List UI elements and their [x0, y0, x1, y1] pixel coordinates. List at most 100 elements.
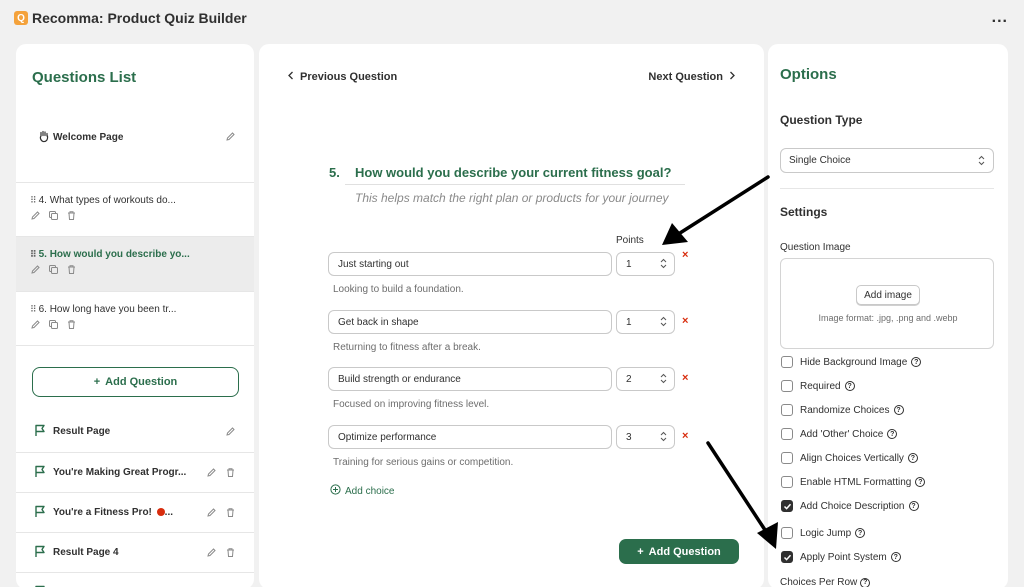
points-input-3[interactable]: 2 [616, 367, 675, 391]
welcome-page-item[interactable]: Welcome Page [16, 118, 254, 182]
next-question-button[interactable]: Next Question [648, 71, 736, 83]
remove-choice-1-icon[interactable]: × [682, 249, 688, 261]
question-number: 5. [329, 165, 340, 180]
points-input-2[interactable]: 1 [616, 310, 675, 334]
choice-description-1[interactable]: Looking to build a foundation. [333, 284, 464, 295]
add-image-button[interactable]: Add image [856, 285, 920, 305]
delete-icon[interactable] [66, 264, 77, 275]
next-question-label: Next Question [648, 71, 723, 83]
duplicate-icon[interactable] [48, 264, 59, 275]
question-item-5-actions [30, 264, 77, 275]
question-item-6[interactable]: ⠿ 6. How long have you been tr... [16, 291, 254, 346]
question-item-5[interactable]: ⠿ 5. How would you describe yo... [16, 236, 254, 291]
remove-choice-3-icon[interactable]: × [682, 372, 688, 384]
hide-background-image-checkbox[interactable] [781, 356, 793, 368]
apply-point-system-option[interactable]: Apply Point System ? [781, 551, 901, 563]
edit-icon[interactable] [206, 505, 217, 523]
enable-html-formatting-option[interactable]: Enable HTML Formatting ? [781, 476, 926, 488]
logic-jump-label: Logic Jump [800, 527, 852, 539]
question-title-input[interactable]: How would you describe your current fitn… [345, 161, 685, 185]
add-choice-description-option[interactable]: Add Choice Description ? [781, 500, 919, 512]
required-checkbox[interactable] [781, 380, 793, 392]
drag-handle-icon[interactable]: ⠿ [30, 249, 37, 260]
add-question-outline-button[interactable]: + Add Question [32, 367, 239, 397]
delete-icon[interactable] [66, 210, 77, 221]
edit-icon[interactable] [225, 424, 236, 442]
choice-input-3[interactable]: Build strength or endurance [328, 367, 612, 391]
question-item-4-text: ⠿ 4. What types of workouts do... [30, 195, 176, 206]
result-page-item-3[interactable]: You're a Fitness Pro! ... [16, 492, 254, 531]
chevron-right-icon [729, 71, 736, 83]
apply-point-system-checkbox[interactable] [781, 551, 793, 563]
choice-description-4[interactable]: Training for serious gains or competitio… [333, 457, 513, 468]
help-icon[interactable]: ? [893, 405, 904, 415]
help-icon[interactable]: ? [890, 552, 901, 562]
question-type-select[interactable]: Single Choice [780, 148, 994, 173]
align-choices-vertically-option[interactable]: Align Choices Vertically ? [781, 452, 918, 464]
help-icon[interactable]: ? [855, 528, 866, 538]
help-icon[interactable]: ? [907, 453, 918, 463]
hide-background-image-option[interactable]: Hide Background Image ? [781, 356, 922, 368]
randomize-choices-option[interactable]: Randomize Choices ? [781, 404, 904, 416]
points-input-1[interactable]: 1 [616, 252, 675, 276]
question-item-6-actions [30, 319, 77, 330]
result-page-item-5[interactable] [16, 572, 254, 587]
align-choices-vertically-checkbox[interactable] [781, 452, 793, 464]
add-choice-description-checkbox[interactable] [781, 500, 793, 512]
choice-input-1[interactable]: Just starting out [328, 252, 612, 276]
choice-description-3[interactable]: Focused on improving fitness level. [333, 399, 489, 410]
drag-handle-icon[interactable]: ⠿ [30, 195, 37, 206]
randomize-choices-checkbox[interactable] [781, 404, 793, 416]
edit-welcome-icon[interactable] [225, 129, 236, 147]
result-page-item-2[interactable]: You're Making Great Progr... [16, 452, 254, 491]
drag-handle-icon[interactable]: ⠿ [30, 304, 37, 315]
help-icon[interactable]: ? [908, 501, 919, 511]
stepper-icon[interactable] [660, 258, 667, 272]
help-icon[interactable]: ? [844, 381, 855, 391]
more-options-icon[interactable]: ... [992, 9, 1008, 27]
stepper-icon[interactable] [660, 431, 667, 445]
stepper-icon[interactable] [660, 373, 667, 387]
help-icon[interactable]: ? [860, 577, 871, 587]
edit-icon[interactable] [206, 465, 217, 483]
choice-description-2[interactable]: Returning to fitness after a break. [333, 342, 481, 353]
flag-icon [34, 505, 46, 523]
add-choice-button[interactable]: Add choice [330, 484, 394, 498]
help-icon[interactable]: ? [911, 357, 922, 367]
question-item-6-label: 6. How long have you been tr... [38, 304, 177, 315]
delete-icon[interactable] [225, 465, 236, 483]
welcome-page-label: Welcome Page [53, 132, 124, 143]
edit-icon[interactable] [30, 319, 41, 330]
image-dropzone[interactable]: Add image Image format: .jpg, .png and .… [780, 258, 994, 349]
add-other-choice-option[interactable]: Add 'Other' Choice ? [781, 428, 898, 440]
result-page-item-4[interactable]: Result Page 4 [16, 532, 254, 571]
logic-jump-option[interactable]: Logic Jump ? [781, 527, 866, 539]
delete-icon[interactable] [225, 545, 236, 563]
previous-question-button[interactable]: Previous Question [287, 71, 397, 83]
edit-icon[interactable] [30, 210, 41, 221]
choice-input-2[interactable]: Get back in shape [328, 310, 612, 334]
duplicate-icon[interactable] [48, 319, 59, 330]
edit-icon[interactable] [30, 264, 41, 275]
delete-icon[interactable] [66, 319, 77, 330]
required-option[interactable]: Required ? [781, 380, 855, 392]
randomize-choices-label: Randomize Choices [800, 404, 890, 416]
question-item-4[interactable]: ⠿ 4. What types of workouts do... [16, 182, 254, 236]
choice-input-4[interactable]: Optimize performance [328, 425, 612, 449]
duplicate-icon[interactable] [48, 210, 59, 221]
question-subtitle-input[interactable]: This helps match the right plan or produ… [345, 188, 685, 210]
remove-choice-4-icon[interactable]: × [682, 430, 688, 442]
add-question-primary-button[interactable]: + Add Question [619, 539, 739, 564]
help-icon[interactable]: ? [887, 429, 898, 439]
add-other-choice-checkbox[interactable] [781, 428, 793, 440]
result-page-3-actions [206, 505, 236, 523]
logic-jump-checkbox[interactable] [781, 527, 793, 539]
edit-icon[interactable] [206, 545, 217, 563]
points-input-4[interactable]: 3 [616, 425, 675, 449]
delete-icon[interactable] [225, 505, 236, 523]
stepper-icon[interactable] [660, 316, 667, 330]
help-icon[interactable]: ? [915, 477, 926, 487]
result-page-item[interactable]: Result Page [16, 412, 254, 451]
enable-html-formatting-checkbox[interactable] [781, 476, 793, 488]
remove-choice-2-icon[interactable]: × [682, 315, 688, 327]
